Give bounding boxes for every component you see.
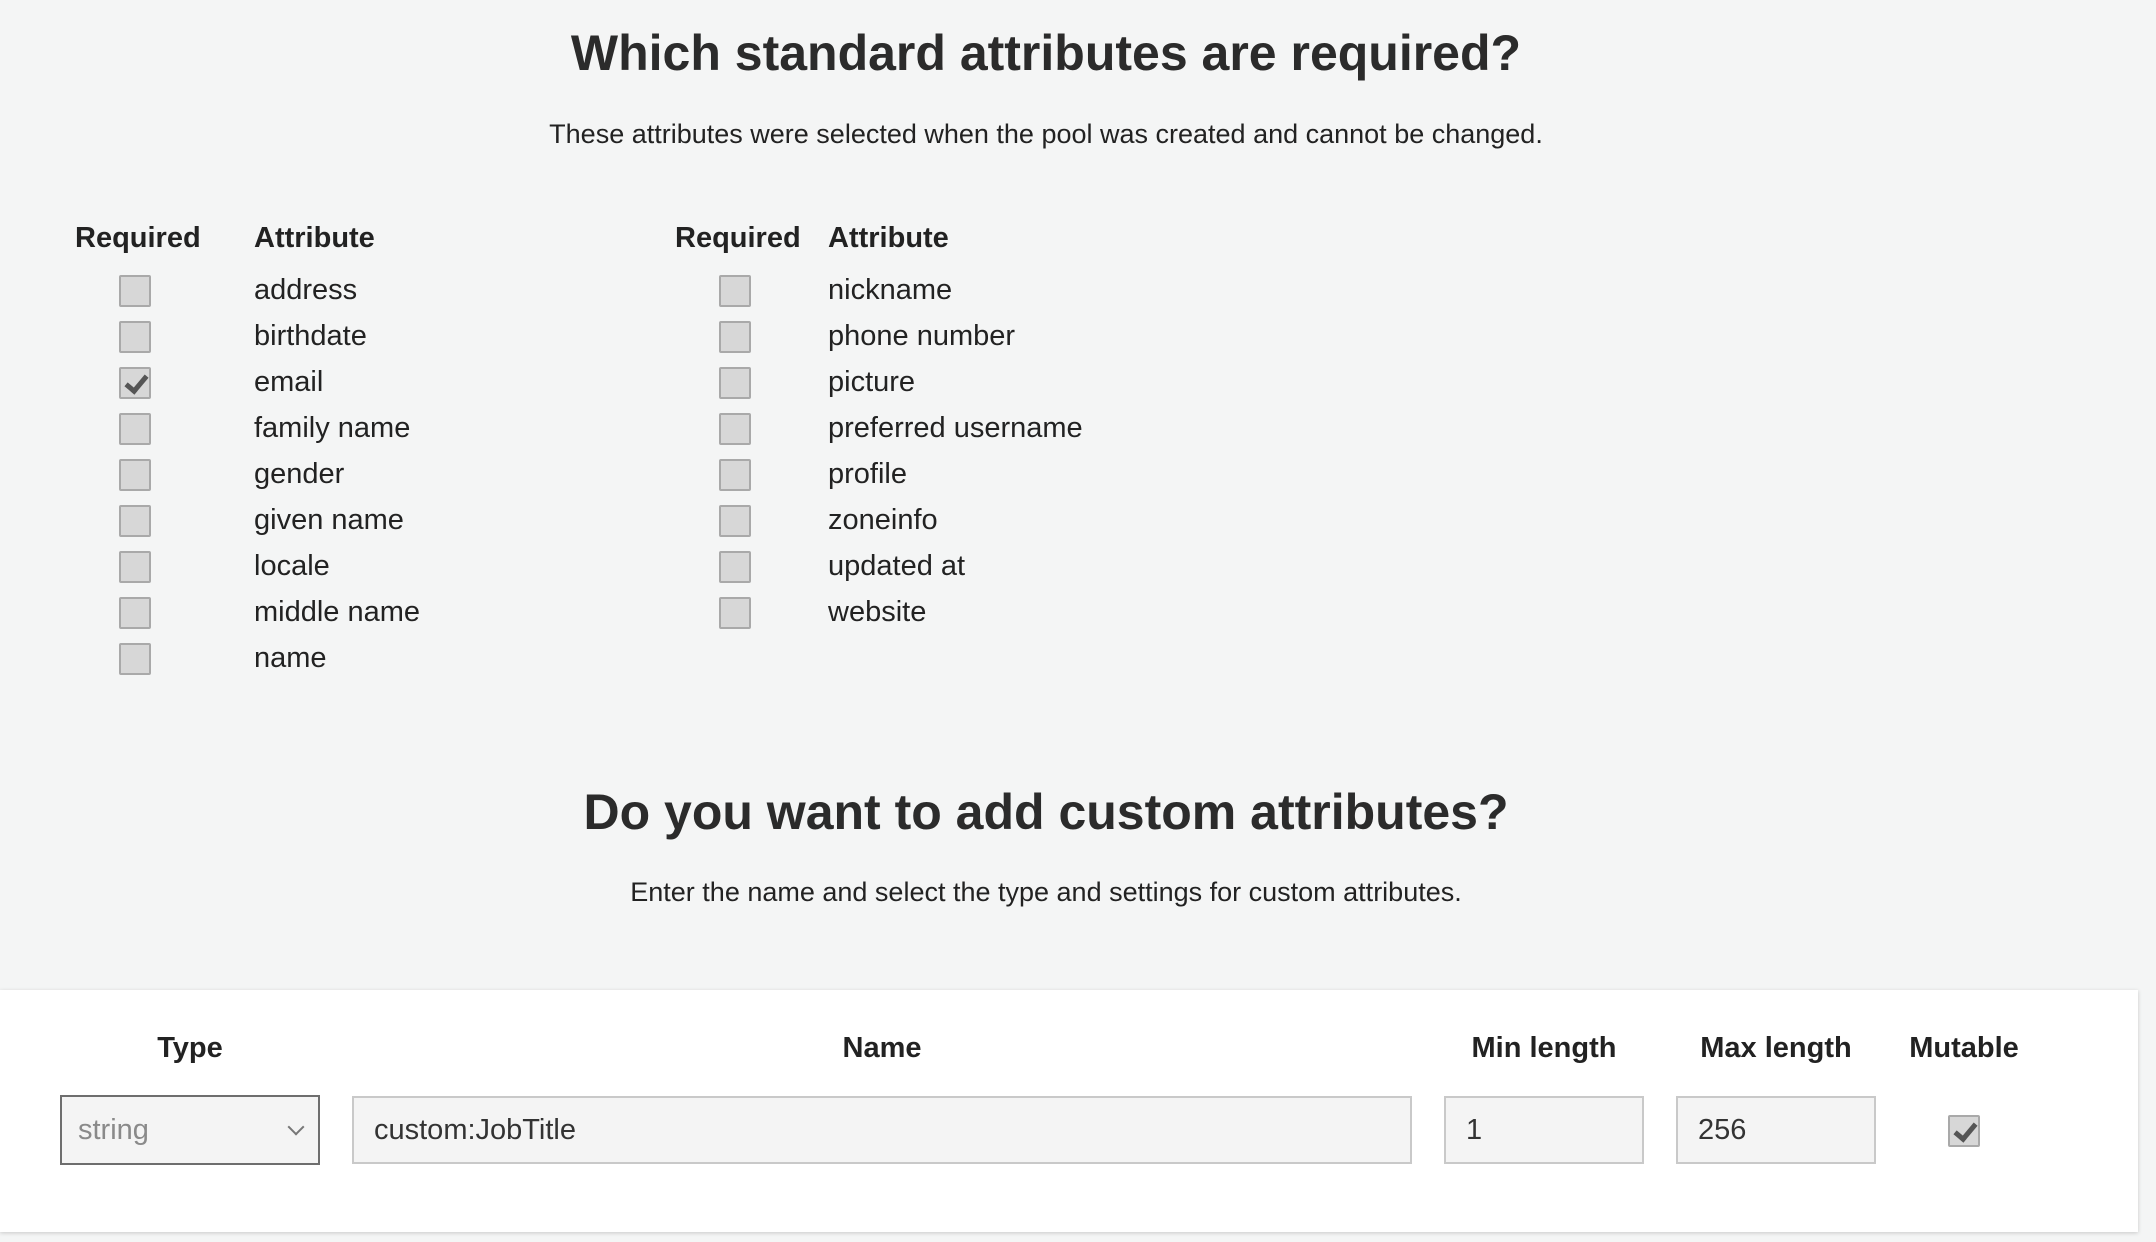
min-length-header: Min length [1471,1032,1617,1064]
attribute-label: zoneinfo [828,504,938,536]
attribute-row: email [0,361,600,407]
attribute-label: picture [828,366,916,398]
attribute-row: profile [600,453,1200,499]
type-header: Type [157,1032,223,1064]
required-checkbox[interactable] [119,367,151,399]
attribute-label: name [254,642,327,674]
required-checkbox[interactable] [719,367,751,399]
required-checkbox[interactable] [719,459,751,491]
required-checkbox[interactable] [119,459,151,491]
attribute-label: phone number [828,320,1016,352]
attribute-label: given name [254,504,404,536]
attribute-label: locale [254,550,330,582]
required-checkbox[interactable] [719,505,751,537]
required-checkbox[interactable] [119,413,151,445]
required-checkbox[interactable] [119,551,151,583]
attribute-row: updated at [600,545,1200,591]
attribute-label: profile [828,458,907,490]
attribute-label: middle name [254,596,421,628]
attribute-row: given name [0,499,600,545]
min-length-input[interactable]: 1 [1444,1096,1644,1164]
attribute-row: website [600,591,1200,637]
attribute-label: address [254,274,358,306]
attribute-label: family name [254,412,411,444]
max-length-header: Max length [1700,1032,1852,1064]
name-input[interactable]: custom:JobTitle [352,1096,1412,1164]
required-checkbox[interactable] [719,321,751,353]
type-select[interactable]: string [60,1095,320,1165]
custom-attributes-description: Enter the name and select the type and s… [630,877,1462,907]
required-checkbox[interactable] [719,551,751,583]
mutable-checkbox[interactable] [1948,1115,1980,1147]
page: Which standard attributes are required? … [0,0,2156,1242]
required-header: Required [675,222,801,254]
max-length-input[interactable]: 256 [1676,1096,1876,1164]
attribute-label: updated at [828,550,966,582]
attribute-header: Attribute [254,222,375,254]
attribute-row: gender [0,453,600,499]
required-checkbox[interactable] [119,505,151,537]
required-checkbox[interactable] [119,275,151,307]
required-checkbox[interactable] [719,413,751,445]
attribute-row: address [0,269,600,315]
right-attributes-column: Required Attribute nickname phone number p… [600,222,1240,682]
name-header: Name [842,1032,922,1064]
custom-attributes-title: Do you want to add custom attributes? [583,784,1509,840]
attribute-row: preferred username [600,407,1200,453]
required-checkbox[interactable] [119,597,151,629]
attribute-label: preferred username [828,412,1083,444]
mutable-header: Mutable [1909,1032,2019,1064]
attribute-label: gender [254,458,345,490]
standard-attributes-description: These attributes were selected when the … [549,119,1543,149]
required-checkbox[interactable] [719,597,751,629]
attribute-row: picture [600,361,1200,407]
attribute-row: phone number [600,315,1200,361]
attribute-header: Attribute [828,222,949,254]
attribute-label: birthdate [254,320,367,352]
attribute-row: birthdate [0,315,600,361]
standard-attributes-title: Which standard attributes are required? [570,25,1522,81]
attribute-label: website [828,596,927,628]
chevron-down-icon [287,1118,305,1136]
type-select-value: string [78,1114,149,1146]
attribute-row: middle name [0,591,600,637]
required-checkbox[interactable] [719,275,751,307]
attribute-row: zoneinfo [600,499,1200,545]
attribute-row: locale [0,545,600,591]
custom-attribute-card: Type Name Min length Max length Mutable … [0,990,2138,1232]
required-checkbox[interactable] [119,643,151,675]
left-attributes-column: Required Attribute address birthdate email… [0,222,640,682]
attribute-label: nickname [828,274,953,306]
attribute-row: nickname [600,269,1200,315]
required-checkbox[interactable] [119,321,151,353]
attribute-row: name [0,637,600,683]
attribute-row: family name [0,407,600,453]
required-header: Required [75,222,201,254]
attribute-label: email [254,366,324,398]
